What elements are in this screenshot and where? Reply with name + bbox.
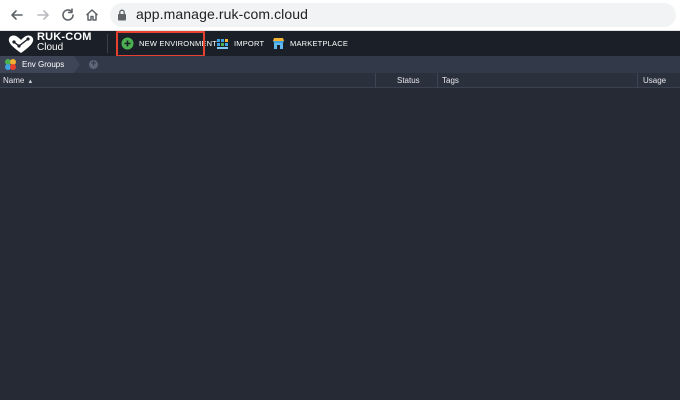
arrow-right-icon[interactable] xyxy=(35,7,51,23)
column-usage-label: Usage xyxy=(643,76,667,85)
ruk-com-logo-icon xyxy=(8,35,34,53)
env-groups-bar xyxy=(0,56,680,73)
marketplace-button[interactable]: MARKETPLACE xyxy=(272,36,348,50)
toolbar-divider xyxy=(107,34,108,53)
lock-icon xyxy=(118,9,126,21)
brand-sub: Cloud xyxy=(37,42,64,53)
url-text: app.manage.ruk-com.cloud xyxy=(136,6,309,22)
import-label: IMPORT xyxy=(234,38,265,48)
highlight-annotation xyxy=(116,31,205,57)
column-tags-label: Tags xyxy=(442,76,459,85)
home-icon[interactable] xyxy=(84,7,100,23)
arrow-left-icon[interactable] xyxy=(9,7,25,23)
env-groups-icon xyxy=(5,59,16,70)
column-status-label: Status xyxy=(397,76,420,85)
column-header-tags[interactable]: Tags xyxy=(437,73,637,88)
reload-icon[interactable] xyxy=(60,7,76,23)
column-header-status[interactable]: Status xyxy=(375,73,437,88)
env-groups-label: Env Groups xyxy=(22,60,65,69)
column-name-label: Name xyxy=(3,76,25,85)
marketplace-label: MARKETPLACE xyxy=(290,38,349,48)
marketplace-icon xyxy=(273,37,284,49)
column-header-usage[interactable]: Usage xyxy=(637,73,680,88)
add-group-button[interactable] xyxy=(89,58,98,69)
import-button[interactable]: IMPORT xyxy=(216,36,264,50)
column-header-name[interactable]: Name ▲ xyxy=(0,73,375,88)
environments-list xyxy=(0,88,680,400)
import-icon xyxy=(217,38,228,49)
